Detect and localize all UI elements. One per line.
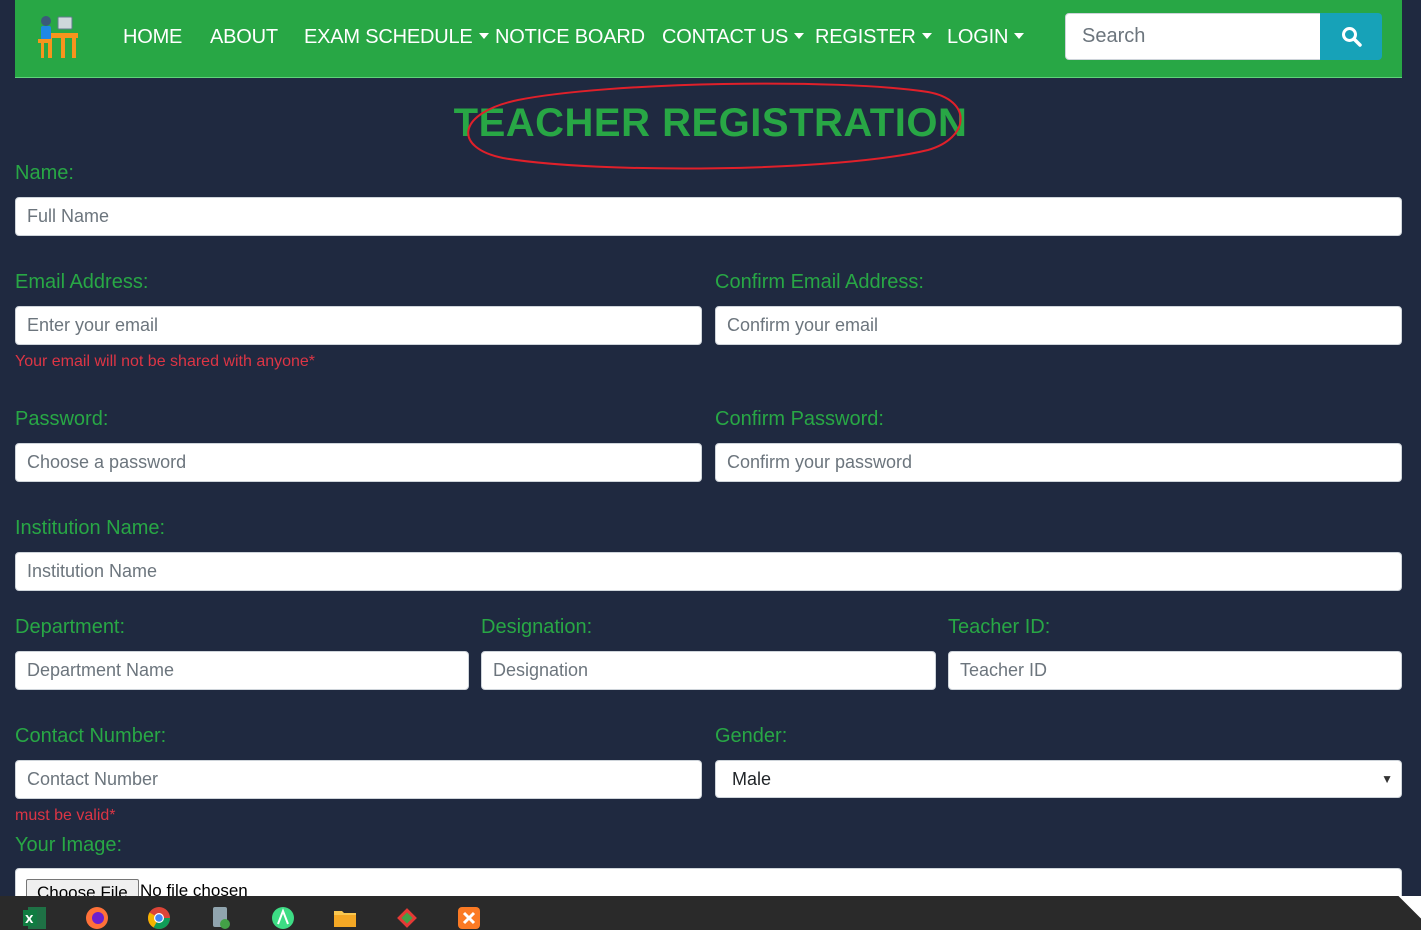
taskbar-corner xyxy=(1381,896,1421,930)
contact-number-input[interactable] xyxy=(15,760,702,799)
nav-notice-board-label: NOTICE BOARD xyxy=(495,26,645,48)
image-label: Your Image: xyxy=(15,834,123,856)
file-manager-icon[interactable] xyxy=(208,905,234,930)
contact-label: Contact Number: xyxy=(15,725,167,747)
email-input[interactable] xyxy=(15,306,702,345)
svg-text:X: X xyxy=(25,913,34,926)
caret-down-icon xyxy=(1014,33,1025,39)
search-input[interactable] xyxy=(1065,13,1321,60)
taskbar: X xyxy=(0,896,1421,930)
confirm-email-input[interactable] xyxy=(715,306,1402,345)
nav-register[interactable]: REGISTER xyxy=(815,24,932,50)
nav-login-label: LOGIN xyxy=(947,26,1009,48)
full-name-input[interactable] xyxy=(15,197,1402,236)
nav-exam-schedule-label: EXAM SCHEDULE xyxy=(304,26,473,48)
xampp-icon[interactable] xyxy=(456,905,482,930)
nav-home-label: HOME xyxy=(123,26,183,48)
department-label: Department: xyxy=(15,616,126,638)
password-label: Password: xyxy=(15,408,109,430)
confirm-email-label: Confirm Email Address: xyxy=(715,271,924,293)
excel-icon[interactable]: X xyxy=(22,905,48,930)
annotation-circle xyxy=(467,82,962,170)
caret-down-icon xyxy=(921,33,932,39)
caret-down-icon xyxy=(794,33,805,39)
institution-input[interactable] xyxy=(15,552,1402,591)
password-input[interactable] xyxy=(15,443,702,482)
android-studio-icon[interactable] xyxy=(270,905,296,930)
designation-label: Designation: xyxy=(481,616,593,638)
name-label: Name: xyxy=(15,162,74,184)
gender-selected-value: Male xyxy=(732,769,772,789)
confirm-password-label: Confirm Password: xyxy=(715,408,884,430)
nav-login[interactable]: LOGIN xyxy=(947,24,1025,50)
nav-home[interactable]: HOME xyxy=(123,24,182,50)
teacher-id-input[interactable] xyxy=(948,651,1402,690)
folder-icon[interactable] xyxy=(332,905,358,930)
email-help-text: Your email will not be shared with anyon… xyxy=(15,353,316,370)
nav-contact-us-label: CONTACT US xyxy=(662,26,789,48)
chrome-icon[interactable] xyxy=(146,905,172,930)
caret-down-icon xyxy=(478,33,489,39)
navbar: HOME ABOUT EXAM SCHEDULE NOTICE BOARD CO… xyxy=(15,0,1402,78)
institution-label: Institution Name: xyxy=(15,517,166,539)
teacher-id-label: Teacher ID: xyxy=(948,616,1051,638)
email-label: Email Address: xyxy=(15,271,149,293)
nav-notice-board[interactable]: NOTICE BOARD xyxy=(495,24,645,50)
nav-exam-schedule[interactable]: EXAM SCHEDULE xyxy=(304,24,489,50)
search-button[interactable] xyxy=(1320,13,1382,60)
firefox-icon[interactable] xyxy=(84,905,110,930)
git-tool-icon[interactable] xyxy=(394,905,420,930)
nav-contact-us[interactable]: CONTACT US xyxy=(662,24,805,50)
gender-label: Gender: xyxy=(715,725,788,747)
gender-select[interactable]: Male ▼ xyxy=(715,760,1402,798)
select-arrow-icon: ▼ xyxy=(1381,772,1393,786)
department-input[interactable] xyxy=(15,651,469,690)
nav-about[interactable]: ABOUT xyxy=(210,24,278,50)
search-icon xyxy=(1342,27,1362,47)
contact-help-text: must be valid* xyxy=(15,807,116,824)
designation-input[interactable] xyxy=(481,651,936,690)
logo-icon[interactable] xyxy=(36,11,82,61)
nav-about-label: ABOUT xyxy=(210,26,278,48)
nav-register-label: REGISTER xyxy=(815,26,916,48)
confirm-password-input[interactable] xyxy=(715,443,1402,482)
